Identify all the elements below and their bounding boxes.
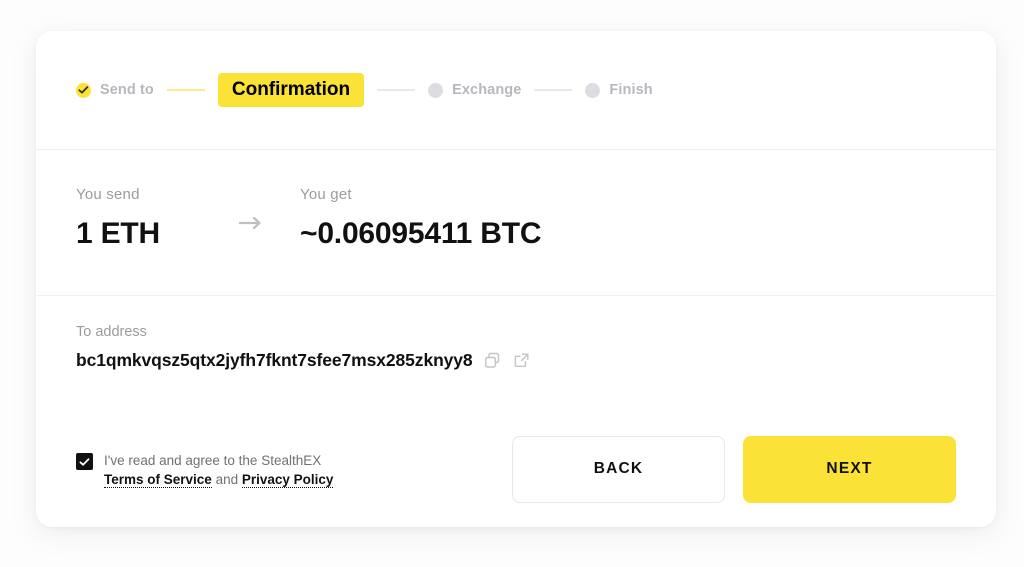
to-address-value: bc1qmkvqsz5qtx2jyfh7fknt7sfee7msx285zkny… — [76, 350, 473, 370]
terms-agreement[interactable]: I've read and agree to the StealthEX Ter… — [76, 449, 512, 489]
dot-icon — [428, 82, 444, 98]
stepper-connector-1 — [166, 89, 205, 91]
copy-icon[interactable] — [483, 351, 502, 370]
terms-checkbox[interactable] — [76, 453, 93, 470]
footer-actions: BACK NEXT — [512, 435, 956, 503]
check-icon — [76, 82, 91, 98]
dot-icon — [585, 82, 601, 98]
stepper-connector-3 — [534, 89, 573, 91]
stepper-label-exchange: Exchange — [452, 82, 522, 98]
progress-stepper: Send to Confirmation Exchange Finish — [36, 31, 996, 149]
stepper-connector-2 — [377, 89, 416, 91]
you-get-caption: You get — [300, 186, 352, 203]
stepper-step-finish[interactable]: Finish — [585, 82, 653, 98]
external-link-icon[interactable] — [512, 351, 531, 370]
page-background: Send to Confirmation Exchange Finish You… — [0, 0, 1024, 567]
privacy-policy-link[interactable]: Privacy Policy — [241, 472, 334, 488]
terms-text: I've read and agree to the StealthEX Ter… — [104, 451, 334, 489]
next-button[interactable]: NEXT — [743, 435, 956, 503]
arrow-right-icon — [231, 186, 271, 230]
you-get-block: You get ~0.06095411 BTC — [271, 186, 542, 251]
stepper-step-exchange[interactable]: Exchange — [428, 82, 521, 98]
you-get-value: ~0.06095411 BTC — [300, 217, 542, 250]
stepper-step-confirmation[interactable]: Confirmation — [217, 73, 365, 107]
terms-of-service-link[interactable]: Terms of Service — [104, 472, 212, 488]
you-send-value: 1 ETH — [76, 217, 161, 250]
back-button[interactable]: BACK — [512, 435, 725, 503]
to-address-section: To address bc1qmkvqsz5qtx2jyfh7fknt7sfee… — [36, 296, 996, 414]
stepper-label-confirmation: Confirmation — [217, 73, 365, 107]
terms-conjunction: and — [211, 472, 242, 487]
to-address-row: bc1qmkvqsz5qtx2jyfh7fknt7sfee7msx285zkny… — [76, 350, 956, 371]
exchange-summary: You send 1 ETH You get ~0.06095411 BTC — [36, 150, 996, 295]
terms-text-line1: I've read and agree to the StealthEX — [104, 453, 322, 468]
you-send-caption: You send — [76, 186, 140, 203]
to-address-caption: To address — [76, 324, 147, 340]
card-footer: I've read and agree to the StealthEX Ter… — [36, 414, 996, 524]
you-send-block: You send 1 ETH — [76, 186, 231, 251]
confirmation-card: Send to Confirmation Exchange Finish You… — [36, 31, 996, 527]
stepper-label-finish: Finish — [609, 82, 653, 98]
stepper-step-send-to[interactable]: Send to — [76, 82, 154, 98]
stepper-label-send-to: Send to — [100, 82, 154, 98]
